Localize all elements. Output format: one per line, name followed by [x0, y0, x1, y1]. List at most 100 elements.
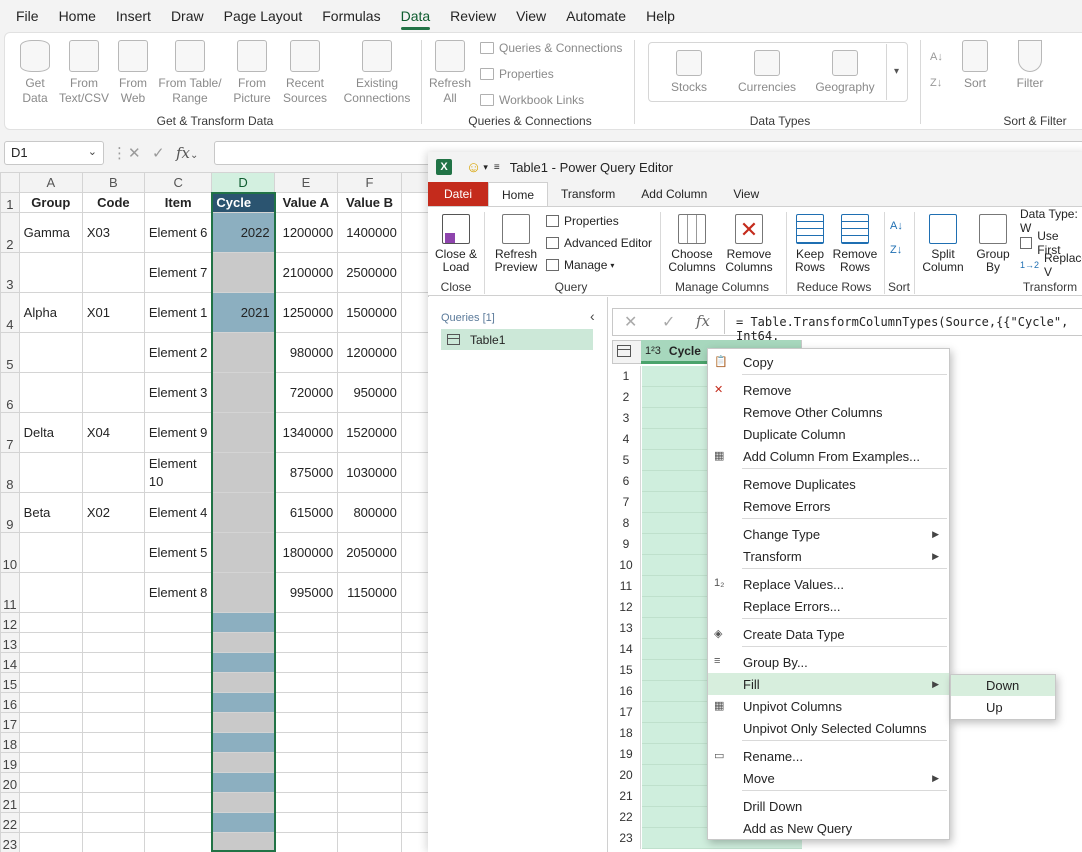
cell[interactable]	[400, 752, 430, 773]
row-header[interactable]: 17	[0, 712, 20, 733]
table-header-cell[interactable]: Group	[18, 192, 83, 213]
cell-value-b[interactable]: 800000	[337, 492, 402, 533]
column-header-a[interactable]: A	[18, 172, 83, 193]
row-header[interactable]: 5	[0, 332, 20, 373]
cell-value-a[interactable]: 1200000	[273, 212, 339, 253]
row-header[interactable]: 4	[0, 292, 20, 333]
menu-tab-formulas[interactable]: Formulas	[312, 0, 390, 32]
row-header[interactable]: 15	[0, 672, 20, 693]
row-header[interactable]: 7	[0, 412, 20, 453]
cell-cycle[interactable]	[211, 332, 275, 373]
row-header[interactable]: 19	[0, 752, 20, 773]
cell[interactable]	[211, 772, 275, 793]
menu-item-add-column-from-examples[interactable]: ▦ Add Column From Examples...	[708, 445, 949, 467]
insert-function-icon[interactable]: fx⌄	[176, 144, 198, 162]
pq-tab-view[interactable]: View	[720, 182, 772, 207]
cell[interactable]	[143, 792, 213, 813]
cell-code[interactable]	[81, 332, 145, 373]
row-header[interactable]: 18	[0, 732, 20, 753]
cell[interactable]	[18, 652, 83, 673]
column-header-e[interactable]: E	[273, 172, 339, 193]
use-first-row-button[interactable]: Use First	[1020, 229, 1082, 257]
cell[interactable]	[400, 832, 430, 852]
queries-connections-button[interactable]: Queries & Connections	[480, 38, 622, 58]
cell-cycle[interactable]	[211, 532, 275, 573]
menu-item-remove[interactable]: ✕ Remove	[708, 379, 949, 401]
table-header-cell[interactable]: Code	[81, 192, 145, 213]
row-header[interactable]: 1	[0, 192, 20, 213]
recent-sources-button[interactable]: Recent Sources	[280, 40, 330, 106]
cell[interactable]	[81, 832, 145, 852]
cell-value-b[interactable]: 1200000	[337, 332, 402, 373]
cell[interactable]	[143, 672, 213, 693]
cell[interactable]	[143, 832, 213, 852]
column-header-b[interactable]: B	[81, 172, 145, 193]
cell[interactable]	[400, 692, 430, 713]
cell-group[interactable]: Alpha	[18, 292, 83, 333]
cell-code[interactable]	[81, 532, 145, 573]
cell[interactable]	[400, 632, 430, 653]
enter-icon[interactable]: ✓	[152, 144, 165, 162]
row-header[interactable]: 14	[0, 652, 20, 673]
stocks-button[interactable]: Stocks	[664, 50, 714, 95]
row-header[interactable]: 11	[0, 572, 20, 613]
menu-item-move[interactable]: Move ▶	[708, 767, 949, 789]
menu-tab-insert[interactable]: Insert	[106, 0, 161, 32]
query-item-table1[interactable]: Table1	[441, 329, 593, 350]
menu-item-replace-values[interactable]: 1₂ Replace Values...	[708, 573, 949, 595]
fill-down-item[interactable]: Down	[951, 675, 1055, 696]
menu-item-add-as-new-query[interactable]: Add as New Query	[708, 817, 949, 839]
cell-group[interactable]: Delta	[18, 412, 83, 453]
cell[interactable]	[337, 652, 402, 673]
pq-formula-text[interactable]: = Table.TransformColumnTypes(Source,{{"C…	[736, 315, 1082, 343]
menu-tab-page-layout[interactable]: Page Layout	[214, 0, 313, 32]
cell-item[interactable]: Element 5	[143, 532, 213, 573]
cell[interactable]	[400, 652, 430, 673]
cell-value-b[interactable]: 1150000	[337, 572, 402, 613]
cell-value-b[interactable]: 2050000	[337, 532, 402, 573]
sort-button[interactable]: Sort	[958, 40, 992, 91]
table-header-cell[interactable]: Item	[143, 192, 213, 213]
cell-item[interactable]: Element 7	[143, 252, 213, 293]
menu-item-copy[interactable]: 📋 Copy	[708, 351, 949, 373]
table-header-cell[interactable]: Cycle	[211, 192, 275, 213]
refresh-preview-button[interactable]: Refresh Preview	[490, 214, 542, 274]
cell-cycle[interactable]	[211, 572, 275, 613]
replace-values-button[interactable]: 1→2 Replace V	[1020, 251, 1082, 279]
cell[interactable]	[18, 612, 83, 633]
choose-columns-button[interactable]: Choose Columns	[664, 214, 720, 274]
cell-code[interactable]: X04	[81, 412, 145, 453]
cell[interactable]	[81, 752, 145, 773]
cell-group[interactable]	[18, 372, 83, 413]
cell[interactable]	[143, 692, 213, 713]
cell-code[interactable]	[81, 372, 145, 413]
cell[interactable]	[337, 752, 402, 773]
pq-properties-button[interactable]: Properties	[546, 211, 619, 231]
cell[interactable]	[273, 832, 339, 852]
menu-tab-draw[interactable]: Draw	[161, 0, 214, 32]
cell-cycle[interactable]	[211, 252, 275, 293]
name-box[interactable]: D1 ⌄	[4, 141, 104, 165]
cell[interactable]	[81, 632, 145, 653]
cell-cycle[interactable]	[211, 372, 275, 413]
cell-value-a[interactable]: 980000	[273, 332, 339, 373]
cell[interactable]	[211, 672, 275, 693]
close-load-button[interactable]: Close & Load	[434, 214, 478, 274]
cell-value-a[interactable]: 615000	[273, 492, 339, 533]
cell-value-a[interactable]: 720000	[273, 372, 339, 413]
from-text-csv-button[interactable]: From Text/CSV	[58, 40, 110, 106]
cell-code[interactable]: X02	[81, 492, 145, 533]
menu-tab-data[interactable]: Data	[391, 0, 441, 32]
cell-value-a[interactable]: 875000	[273, 452, 339, 493]
cell-cycle[interactable]	[211, 452, 275, 493]
cell-value-b[interactable]: 2500000	[337, 252, 402, 293]
corner-cell[interactable]	[0, 172, 20, 193]
geography-button[interactable]: Geography	[812, 50, 878, 95]
remove-rows-button[interactable]: Remove Rows	[833, 214, 877, 274]
row-header[interactable]: 22	[0, 812, 20, 833]
menu-item-change-type[interactable]: Change Type ▶	[708, 523, 949, 545]
cell[interactable]	[400, 792, 430, 813]
cell[interactable]	[273, 672, 339, 693]
cancel-icon[interactable]: ✕	[128, 144, 141, 162]
cell[interactable]	[400, 492, 430, 533]
